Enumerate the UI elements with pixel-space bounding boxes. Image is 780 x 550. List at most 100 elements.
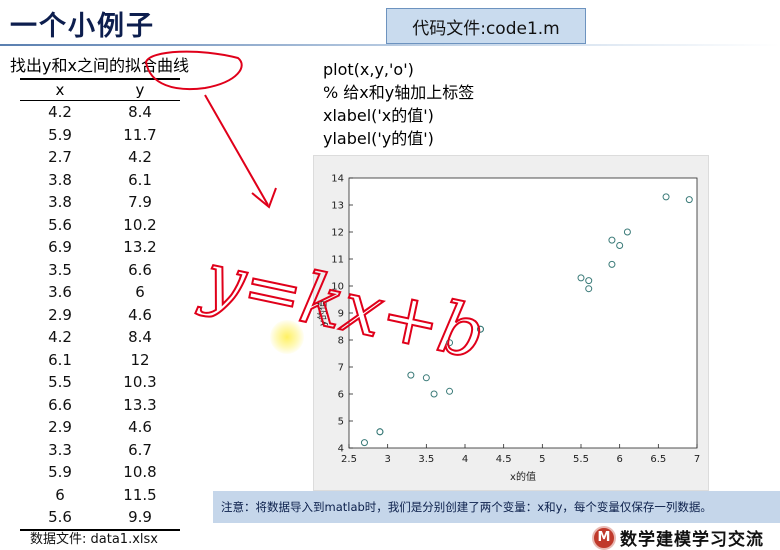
y-tick-label: 6 xyxy=(338,390,344,401)
pointer-highlight-icon xyxy=(270,320,304,354)
table-row: 2.9 4.6 xyxy=(20,416,180,439)
cell-y: 7.9 xyxy=(128,193,152,212)
note-bar: 注意：将数据导入到matlab时，我们是分别创建了两个变量：x和y，每个变量仅保… xyxy=(213,491,780,523)
y-tick-label: 9 xyxy=(338,309,344,320)
x-axis-label: x的值 xyxy=(510,470,536,483)
slide-title: 一个小例子 xyxy=(10,11,155,42)
table-row: 5.6 9.9 xyxy=(20,506,180,529)
x-tick-label: 3 xyxy=(384,454,390,465)
cell-y: 8.4 xyxy=(128,328,152,347)
table-row: 5.5 10.3 xyxy=(20,371,180,394)
cell-x: 5.6 xyxy=(48,215,72,234)
cell-y: 9.9 xyxy=(128,508,152,527)
cell-x: 3.8 xyxy=(48,170,72,189)
cell-y: 10.8 xyxy=(123,463,157,482)
table-row: 2.7 4.2 xyxy=(20,146,180,169)
table-row: 6.6 13.3 xyxy=(20,394,180,417)
cell-x: 3.8 xyxy=(48,193,72,212)
y-tick-label: 4 xyxy=(338,444,344,455)
x-tick-label: 2.5 xyxy=(341,454,357,465)
cell-x: 5.6 xyxy=(48,508,72,527)
table-row: 2.9 4.6 xyxy=(20,304,180,327)
y-tick-label: 10 xyxy=(331,282,344,293)
table-row: 6.1 12 xyxy=(20,349,180,372)
table-row: 3.8 7.9 xyxy=(20,191,180,214)
table-row: 6.9 13.2 xyxy=(20,236,180,259)
cell-x: 2.7 xyxy=(48,148,72,167)
cell-y: 4.6 xyxy=(128,418,152,437)
y-tick-label: 14 xyxy=(331,174,344,185)
table-row: 3.5 6.6 xyxy=(20,259,180,282)
cell-x: 3.3 xyxy=(48,440,72,459)
table-row: 3.8 6.1 xyxy=(20,169,180,192)
table-row: 4.2 8.4 xyxy=(20,326,180,349)
cell-x: 2.9 xyxy=(48,305,72,324)
data-file-label: 数据文件: data1.xlsx xyxy=(30,532,158,547)
data-table: x y 4.2 8.4 5.9 11.7 2.7 4.2 3.8 6.1 3.8 7.9 5.6 10… xyxy=(20,78,180,531)
y-tick-label: 5 xyxy=(338,417,344,428)
table-row: 4.2 8.4 xyxy=(20,101,180,124)
cell-y: 11.7 xyxy=(123,125,157,144)
arrow-annotation xyxy=(204,94,269,206)
x-tick-label: 4.5 xyxy=(496,454,512,465)
table-row: 5.6 10.2 xyxy=(20,214,180,237)
cell-y: 10.3 xyxy=(123,373,157,392)
title-divider xyxy=(0,44,780,46)
code-file-box: 代码文件:code1.m xyxy=(386,8,586,44)
cell-y: 11.5 xyxy=(123,485,157,504)
x-tick-label: 5 xyxy=(539,454,545,465)
y-tick-label: 12 xyxy=(331,228,344,239)
cell-x: 5.9 xyxy=(48,125,72,144)
table-body: 4.2 8.4 5.9 11.7 2.7 4.2 3.8 6.1 3.8 7.9 5.6 10.2 6.… xyxy=(20,101,180,529)
cell-y: 4.6 xyxy=(128,305,152,324)
subtitle: 找出y和x之间的拟合曲线 xyxy=(10,56,189,75)
table-row: 3.6 6 xyxy=(20,281,180,304)
x-tick-label: 3.5 xyxy=(418,454,434,465)
cell-y: 6 xyxy=(135,283,145,302)
cell-y: 13.2 xyxy=(123,238,157,257)
x-tick-label: 6 xyxy=(616,454,622,465)
table-header: x y xyxy=(20,80,180,101)
y-tick-label: 13 xyxy=(331,201,344,212)
cell-x: 6 xyxy=(55,485,65,504)
cell-x: 3.5 xyxy=(48,260,72,279)
brand-logo-icon: M xyxy=(592,525,616,550)
brand: M 数学建模学习交流 xyxy=(592,525,764,550)
cell-x: 4.2 xyxy=(48,103,72,122)
cell-x: 6.6 xyxy=(48,395,72,414)
cell-y: 12 xyxy=(130,350,150,369)
cell-y: 13.3 xyxy=(123,395,157,414)
table-row: 3.3 6.7 xyxy=(20,439,180,462)
column-header-y: y xyxy=(135,81,145,99)
y-tick-label: 8 xyxy=(338,336,344,347)
y-axis-label: y的值 xyxy=(316,300,329,326)
cell-y: 6.7 xyxy=(128,440,152,459)
cell-y: 6.1 xyxy=(128,170,152,189)
cell-x: 4.2 xyxy=(48,328,72,347)
code-line: plot(x,y,'o') xyxy=(323,60,414,79)
cell-y: 4.2 xyxy=(128,148,152,167)
column-header-x: x xyxy=(55,81,65,99)
x-tick-label: 7 xyxy=(694,454,700,465)
y-tick-label: 7 xyxy=(338,363,344,374)
x-tick-label: 4 xyxy=(462,454,468,465)
table-row: 6 11.5 xyxy=(20,484,180,507)
figure-panel: 2.5 3 3.5 4 4.5 5 5.5 6 6.5 7 4 5 6 7 8 9 10 11 12 13 14 x的值… xyxy=(313,155,709,491)
plot-area xyxy=(348,177,698,449)
cell-y: 6.6 xyxy=(128,260,152,279)
brand-name: 数学建模学习交流 xyxy=(620,530,764,550)
table-row: 5.9 10.8 xyxy=(20,461,180,484)
x-tick-label: 6.5 xyxy=(650,454,666,465)
cell-y: 8.4 xyxy=(128,103,152,122)
code-line: % 给x和y轴加上标签 xyxy=(323,83,475,102)
code-line: ylabel('y的值') xyxy=(323,129,434,148)
table-row: 5.9 11.7 xyxy=(20,124,180,147)
x-tick-label: 5.5 xyxy=(573,454,589,465)
y-tick-label: 11 xyxy=(331,255,344,266)
arrowhead-annotation xyxy=(251,187,277,209)
code-line: xlabel('x的值') xyxy=(323,106,434,125)
scatter-chart: 2.5 3 3.5 4 4.5 5 5.5 6 6.5 7 4 5 6 7 8 9 10 11 12 13 14 x的值… xyxy=(316,174,700,484)
code-block: plot(x,y,'o') % 给x和y轴加上标签 xlabel('x的值') … xyxy=(323,58,474,150)
cell-y: 10.2 xyxy=(123,215,157,234)
cell-x: 3.6 xyxy=(48,283,72,302)
